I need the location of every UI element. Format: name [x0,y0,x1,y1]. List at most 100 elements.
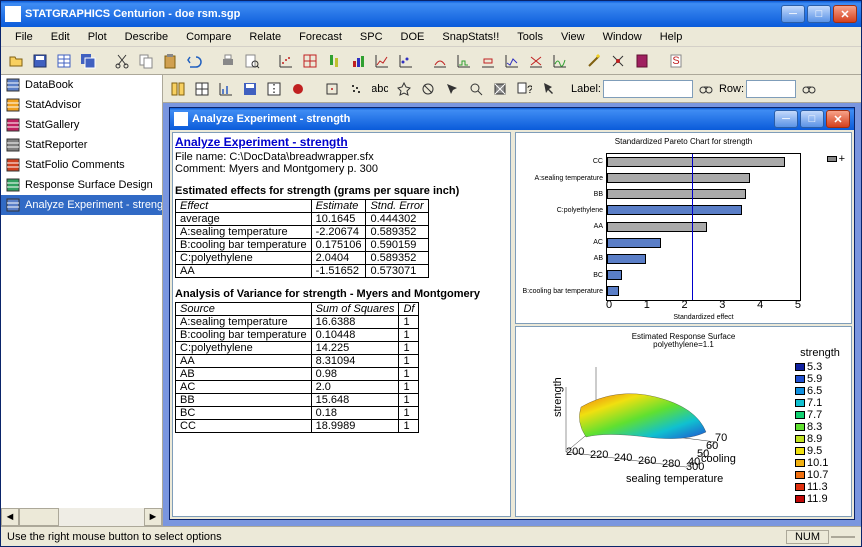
chart-e-icon[interactable] [453,50,475,72]
menu-edit[interactable]: Edit [43,29,78,45]
record-icon[interactable] [287,78,309,100]
analysis-title: Analyze Experiment - strength [192,113,774,125]
sidebar-item-statadvisor[interactable]: StatAdvisor [1,95,162,115]
menu-window[interactable]: Window [595,29,650,45]
svg-text:strength: strength [552,377,564,417]
sidebar-item-statgallery[interactable]: StatGallery [1,115,162,135]
close-button[interactable]: ✕ [833,5,857,23]
analysis-toolbar: ⋮ abc ? Label: Row: [163,75,861,103]
cut-icon[interactable] [111,50,133,72]
matrix-icon[interactable] [299,50,321,72]
menu-file[interactable]: File [7,29,41,45]
sidebar-item-icon [5,117,21,133]
chart-g-icon[interactable] [501,50,523,72]
child-maximize-button[interactable]: □ [800,110,824,128]
undo-icon[interactable] [183,50,205,72]
paste-icon[interactable] [159,50,181,72]
maximize-button[interactable]: □ [807,5,831,23]
menu-snapstats[interactable]: SnapStats!! [434,29,507,45]
sidebar-item-response-surface-design[interactable]: Response Surface Design [1,175,162,195]
tables-icon[interactable] [191,78,213,100]
label-input[interactable] [603,80,693,98]
scroll-thumb[interactable] [19,508,59,526]
explode-icon[interactable] [489,78,511,100]
summary-pane[interactable]: Analyze Experiment - strength File name:… [172,132,511,517]
preview-icon[interactable] [241,50,263,72]
menu-help[interactable]: Help [652,29,691,45]
menu-compare[interactable]: Compare [178,29,239,45]
highlight-icon[interactable] [393,78,415,100]
surface-chart[interactable]: Estimated Response Surfacepolyethylene=1… [515,326,852,518]
help-context-icon[interactable]: ? [513,78,535,100]
graphs-icon[interactable] [215,78,237,100]
find-label-icon[interactable] [695,78,717,100]
menu-relate[interactable]: Relate [241,29,289,45]
find-row-icon[interactable] [798,78,820,100]
sidebar-item-label: StatAdvisor [25,99,81,111]
menu-plot[interactable]: Plot [80,29,115,45]
pareto-bar-label: A:sealing temperature [517,175,607,182]
save-icon[interactable] [29,50,51,72]
chart-i-icon[interactable] [549,50,571,72]
pareto-legend: + [827,153,845,165]
row-input[interactable] [746,80,796,98]
abc-label-icon[interactable]: abc [369,78,391,100]
sidebar-item-icon [5,157,21,173]
svg-text:220: 220 [590,449,608,461]
save-results-icon[interactable] [239,78,261,100]
chart-f-icon[interactable] [477,50,499,72]
menu-tools[interactable]: Tools [509,29,551,45]
menu-forecast[interactable]: Forecast [291,29,350,45]
copy-icon[interactable] [135,50,157,72]
boxwhisker-icon[interactable] [323,50,345,72]
sidebar-scrollbar[interactable]: ◄ ► [1,508,162,526]
menu-view[interactable]: View [553,29,593,45]
chart-d-icon[interactable] [429,50,451,72]
scatter-icon[interactable] [275,50,297,72]
sidebar-item-analyze-experiment-strength[interactable]: Analyze Experiment - strength [1,195,162,215]
scroll-left-icon[interactable]: ◄ [1,508,19,526]
pareto-chart[interactable]: Standardized Pareto Chart for strength+C… [515,132,852,324]
menu-spc[interactable]: SPC [352,29,391,45]
sidebar-item-statreporter[interactable]: StatReporter [1,135,162,155]
script-icon[interactable]: S [665,50,687,72]
identify-icon[interactable] [441,78,463,100]
exclude-icon[interactable] [417,78,439,100]
table-row: AC2.01 [176,381,419,394]
open-icon[interactable] [5,50,27,72]
table-row: average10.16450.444302 [176,213,429,226]
brush-a-icon[interactable] [321,78,343,100]
spc-icon[interactable] [607,50,629,72]
table-header: Estimate [311,200,366,213]
status-num: NUM [786,530,829,544]
panes-icon[interactable] [167,78,189,100]
status-empty [831,536,855,538]
child-close-button[interactable]: ✕ [826,110,850,128]
chart-a-icon[interactable] [347,50,369,72]
wizard-icon[interactable] [583,50,605,72]
menubar: File Edit Plot Describe Compare Relate F… [1,27,861,47]
pareto-bar [607,270,622,280]
chart-b-icon[interactable] [371,50,393,72]
pointer-icon[interactable] [537,78,559,100]
pareto-bar-label: B:cooling bar temperature [517,288,607,295]
scroll-right-icon[interactable]: ► [144,508,162,526]
print-icon[interactable] [217,50,239,72]
jitter-icon[interactable] [345,78,367,100]
sidebar-item-statfolio-comments[interactable]: StatFolio Comments [1,155,162,175]
datatable-icon[interactable] [53,50,75,72]
chart-c-icon[interactable] [395,50,417,72]
menu-describe[interactable]: Describe [117,29,176,45]
child-minimize-button[interactable]: ─ [774,110,798,128]
sidebar-item-databook[interactable]: DataBook [1,75,162,95]
statusbar: Use the right mouse button to select opt… [1,526,861,546]
menu-doe[interactable]: DOE [393,29,433,45]
zoom-icon[interactable] [465,78,487,100]
minimize-button[interactable]: ─ [781,5,805,23]
chart-h-icon[interactable] [525,50,547,72]
sidebar-item-icon [5,77,21,93]
options-icon[interactable]: ⋮ [263,78,285,100]
save-all-icon[interactable] [77,50,99,72]
help-book-icon[interactable] [631,50,653,72]
svg-text:S: S [672,55,679,67]
